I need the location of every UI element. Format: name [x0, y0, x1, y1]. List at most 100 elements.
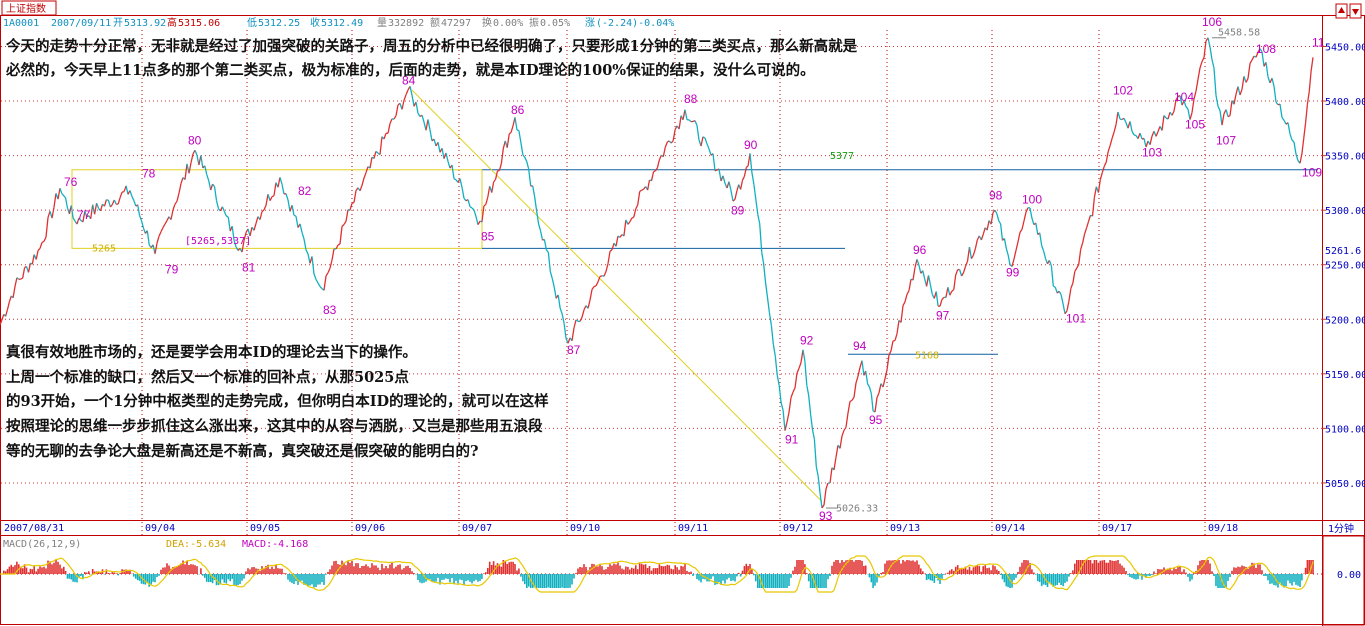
price-segment: [281, 184, 285, 195]
price-segment: [599, 275, 603, 278]
price-segment: [935, 291, 939, 307]
wave-label-90: 90: [744, 138, 758, 152]
price-segment: [429, 129, 433, 142]
quote-header: 1A0001 2007/09/11 开 5313.92 高 5315.06 低 …: [3, 16, 674, 29]
price-segment: [227, 217, 231, 232]
price-segment: [514, 117, 518, 131]
price-segment: [1304, 104, 1309, 123]
scroll-up-button[interactable]: [1335, 3, 1348, 19]
overlay-layer: [71, 89, 1318, 502]
price-segment: [784, 422, 788, 431]
price-segment: [757, 214, 761, 224]
price-segment: [1171, 110, 1175, 116]
price-segment: [204, 165, 208, 175]
price-segment: [730, 190, 734, 202]
ytick-label-5100: 5100.00: [1325, 424, 1365, 435]
price-segment: [1199, 61, 1203, 69]
price-segment: [623, 219, 627, 237]
price-segment: [802, 349, 806, 362]
price-segment: [870, 393, 874, 412]
price-segment: [518, 130, 522, 143]
price-segment: [1139, 132, 1143, 140]
price-segment: [1050, 265, 1054, 287]
price-segment: [295, 216, 299, 228]
price-segment: [1083, 227, 1088, 235]
price-segment: [343, 221, 347, 225]
price-segment: [941, 296, 945, 300]
price-segment: [1107, 145, 1111, 152]
price-segment: [861, 360, 865, 376]
scroll-down-button[interactable]: [1349, 3, 1362, 19]
price-segment: [223, 210, 227, 217]
price-segment: [625, 219, 629, 225]
price-segment: [447, 161, 451, 169]
price-segment: [14, 277, 18, 287]
price-segment: [1161, 115, 1165, 131]
price-segment: [301, 232, 305, 240]
price-segment: [878, 383, 882, 394]
price-segment: [213, 186, 218, 201]
price-segment: [327, 267, 331, 274]
price-segment: [263, 205, 267, 211]
price-segment: [708, 148, 712, 156]
price-segment: [337, 243, 341, 246]
price-segment: [285, 193, 289, 201]
price-segment: [293, 214, 297, 217]
wave-label-105: 105: [1185, 117, 1205, 131]
price-segment: [547, 252, 551, 272]
price-segment: [962, 266, 967, 273]
price-segment: [133, 200, 137, 207]
price-series: [0, 37, 1314, 509]
wave-label-100: 100: [1022, 193, 1042, 207]
close-value: 5312.49: [321, 18, 363, 29]
price-segment: [72, 217, 76, 222]
quote-date: 2007/09/11: [51, 18, 111, 29]
price-segment: [918, 264, 922, 274]
price-segment: [467, 199, 471, 207]
price-segment: [313, 273, 317, 280]
price-segment: [140, 220, 145, 229]
price-segment: [516, 129, 520, 132]
price-segment: [1105, 151, 1109, 163]
macd-histogram: [0, 555, 1322, 593]
price-segment: [6, 301, 11, 310]
wave-label-86: 86: [511, 103, 525, 117]
price-segment: [968, 246, 973, 259]
price-segment: [437, 142, 441, 153]
price-segment: [700, 136, 704, 147]
price-segment: [200, 155, 204, 168]
price-segment: [922, 270, 926, 280]
price-segment: [1279, 104, 1283, 118]
period-button[interactable]: 1分钟: [1328, 522, 1354, 535]
wave-label-88: 88: [684, 92, 698, 106]
price-segment: [1149, 136, 1153, 145]
price-segment: [393, 115, 397, 120]
price-segment: [532, 185, 536, 197]
price-segment: [441, 148, 445, 159]
price-segment: [57, 188, 61, 200]
price-segment: [22, 267, 26, 279]
macd-zero-label: 0.00: [1337, 570, 1361, 581]
wave-label-11: 11: [1312, 36, 1325, 50]
price-segment: [650, 171, 655, 181]
note-mid-line-1: 真很有效地胜市场的，还是要学会用本ID的理论去当下的操作。: [6, 343, 417, 361]
price-segment: [37, 247, 41, 251]
price-segment: [212, 183, 216, 188]
price-segment: [986, 220, 990, 231]
date-label-6: 09/11: [678, 523, 708, 534]
price-segment: [798, 362, 802, 369]
price-segment: [1245, 78, 1249, 83]
date-label-2: 09/05: [250, 523, 280, 534]
price-segment: [1117, 111, 1121, 120]
price-segment: [1239, 89, 1243, 96]
price-segment: [751, 172, 755, 185]
commentary-middle: 真很有效地胜市场的，还是要学会用本ID的理论去当下的操作。 上周一个标准的缺口，…: [6, 343, 549, 460]
low-label: 低: [247, 16, 257, 29]
price-segment: [325, 272, 329, 277]
price-segment: [317, 282, 321, 287]
price-segment: [1019, 229, 1023, 233]
ytick-label-5150: 5150.00: [1325, 370, 1365, 381]
price-segment: [916, 259, 920, 266]
price-segment: [1281, 117, 1285, 121]
wave-label-89: 89: [731, 204, 745, 218]
